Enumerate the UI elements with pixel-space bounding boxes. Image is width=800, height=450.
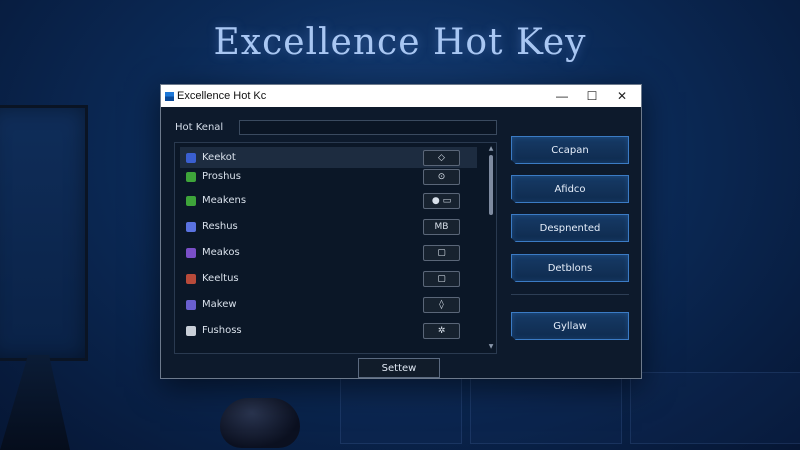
list-item[interactable]: Meakos ▢: [180, 242, 477, 263]
hot-key-badge[interactable]: ◊: [423, 296, 460, 313]
list-item[interactable]: Makew ◊: [180, 294, 477, 315]
close-button[interactable]: ✕: [607, 85, 637, 107]
square-icon: [186, 171, 196, 182]
list-item[interactable]: Meakens ● ▭: [180, 190, 477, 211]
list-item-label: Meakens: [202, 195, 247, 206]
title-bar[interactable]: Excellence Hot Kc — ☐ ✕: [161, 85, 641, 107]
scroll-thumb[interactable]: [489, 155, 493, 215]
diamond-icon: [186, 299, 196, 310]
desk-tile: [340, 372, 462, 444]
settings-button[interactable]: Settew: [358, 358, 440, 378]
hot-key-badge[interactable]: ◇: [423, 149, 460, 166]
side-button-2[interactable]: Afidco: [511, 175, 629, 203]
background-mouse: [220, 398, 300, 448]
hot-key-badge[interactable]: MB: [423, 218, 460, 235]
hot-key-badge[interactable]: ▢: [423, 244, 460, 261]
pointer-icon: [186, 325, 196, 336]
list-item-label: Keekot: [202, 152, 236, 163]
tile-icon: [186, 247, 196, 258]
hot-key-badge[interactable]: ✲: [423, 322, 460, 339]
side-divider: [511, 294, 629, 295]
scroll-down-icon[interactable]: ▼: [487, 343, 495, 351]
list-item[interactable]: Reshus MB: [180, 216, 477, 237]
headline: Excellence Hot Key: [213, 22, 587, 63]
side-button-4[interactable]: Detblons: [511, 254, 629, 282]
hot-key-badge[interactable]: ▢: [423, 270, 460, 287]
app-window: Excellence Hot Kc — ☐ ✕ Hot Kenal Keekot…: [160, 84, 642, 379]
app-icon: [165, 91, 174, 101]
n-icon: [186, 152, 196, 163]
side-button-1[interactable]: Ccapan: [511, 136, 629, 164]
list-item-label: Fushoss: [202, 325, 242, 336]
side-button-5[interactable]: Gyllaw: [511, 312, 629, 340]
shield-icon: [186, 221, 196, 232]
hot-key-badge[interactable]: ● ▭: [423, 192, 460, 209]
list-scrollbar[interactable]: ▲ ▼: [487, 145, 495, 351]
side-button-3[interactable]: Despnented: [511, 214, 629, 242]
list-item[interactable]: Proshus ⊙: [180, 166, 477, 187]
maximize-button[interactable]: ☐: [577, 85, 607, 107]
background-monitor-stand: [0, 355, 70, 450]
arrow-icon: [186, 273, 196, 284]
puzzle-icon: [186, 195, 196, 206]
list-item[interactable]: Fushoss ✲: [180, 320, 477, 341]
scroll-up-icon[interactable]: ▲: [487, 145, 495, 153]
desk-tile: [630, 372, 800, 444]
list-item-label: Keeltus: [202, 273, 239, 284]
window-title: Excellence Hot Kc: [177, 90, 267, 102]
desk-tile: [470, 372, 622, 444]
hot-key-list: Keekot ◇ Proshus ⊙ Meakens ● ▭ Reshus MB Meakos ▢…: [174, 142, 497, 354]
list-item-label: Proshus: [202, 171, 241, 182]
list-item[interactable]: Keekot ◇: [180, 147, 477, 168]
hot-key-input[interactable]: [239, 120, 497, 135]
list-item-label: Reshus: [202, 221, 238, 232]
list-item[interactable]: Keeltus ▢: [180, 268, 477, 289]
list-item-label: Makew: [202, 299, 237, 310]
minimize-button[interactable]: —: [547, 85, 577, 107]
list-item-label: Meakos: [202, 247, 240, 258]
hot-key-badge[interactable]: ⊙: [423, 168, 460, 185]
hot-key-label: Hot Kenal: [175, 122, 224, 133]
background-monitor: [0, 105, 88, 361]
